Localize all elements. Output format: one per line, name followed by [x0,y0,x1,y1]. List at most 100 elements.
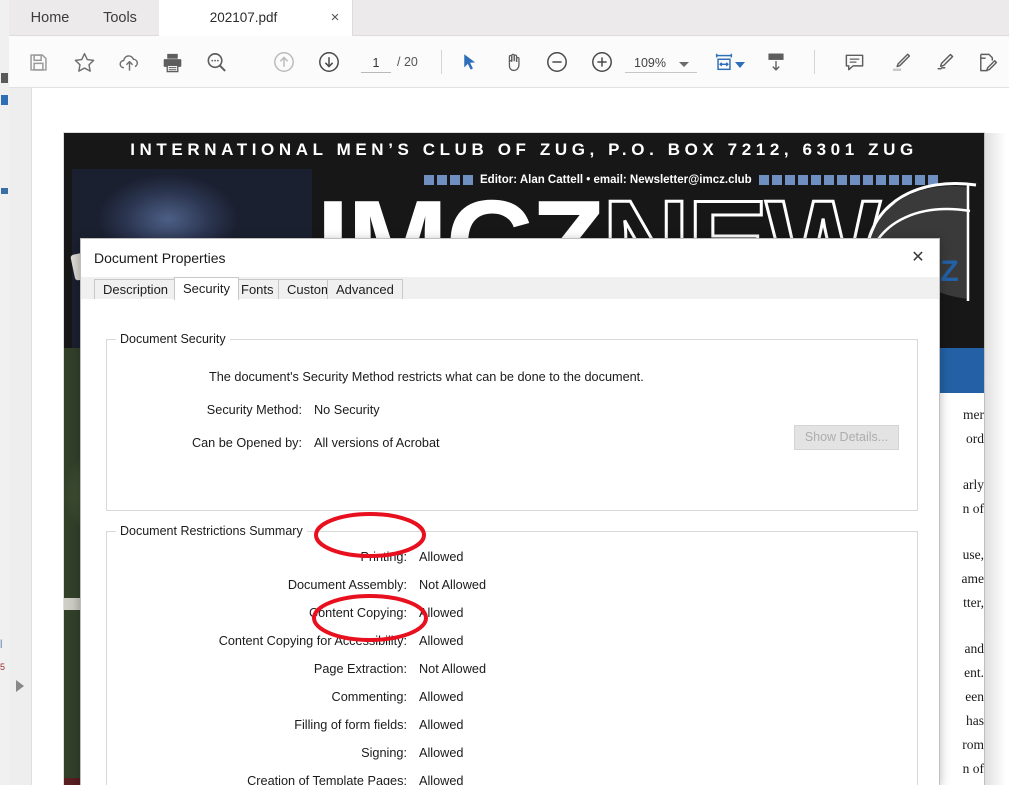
save-icon[interactable] [23,47,53,77]
tab-advanced[interactable]: Advanced [327,279,403,299]
decorative-square [424,174,434,185]
restriction-label: Printing: [360,550,407,564]
decorative-square [849,174,860,185]
toolbar-separator [441,50,442,74]
zoom-level-display[interactable]: 109% [625,54,675,73]
decorative-square [771,174,782,185]
decorative-square [823,174,834,185]
pdf-text-fragment: has [966,713,984,728]
scroll-mode-icon[interactable] [761,47,791,77]
decorative-square [784,174,795,185]
table-row: Signing: Allowed [107,746,917,774]
background-window-blip [1,73,8,83]
restriction-label: Filling of form fields: [294,718,407,732]
decorative-square [836,174,847,185]
restriction-value: Not Allowed [419,662,486,676]
tab-fonts[interactable]: Fonts [232,279,283,299]
restriction-label: Content Copying for Accessibility: [218,634,407,648]
document-security-legend: Document Security [116,332,230,346]
tab-document[interactable]: 202107.pdf × [159,0,353,36]
can-be-opened-by-value: All versions of Acrobat [314,436,440,450]
select-tool-icon[interactable] [454,47,484,77]
restriction-label: Document Assembly: [287,578,407,592]
pdf-text-fragment: mer [963,407,984,422]
dialog-body: Document Security The document's Securit… [81,299,939,785]
main-toolbar: / 20 109% [9,36,1009,88]
restriction-label: Signing: [361,746,407,760]
restriction-label: Page Extraction: [313,662,407,676]
restriction-value: Allowed [419,746,464,760]
pdf-text-fragment: tter, [963,595,984,610]
pdf-editor-line: Editor: Alan Cattell • email: Newsletter… [424,173,938,186]
toolbar-separator [814,50,815,74]
search-icon[interactable] [201,47,231,77]
page-count-label: / 20 [397,55,418,69]
decorative-square [758,174,769,185]
table-row: Page Extraction: Not Allowed [107,662,917,690]
pdf-text-fragment: een [965,689,984,704]
upload-cloud-icon[interactable] [114,47,144,77]
pdf-page-shadow [984,133,1006,785]
pdf-text-fragment: n of [962,761,984,776]
tab-home[interactable]: Home [15,0,85,36]
highlight-icon[interactable] [885,47,915,77]
next-page-icon[interactable] [314,47,344,77]
document-properties-dialog: Document Properties ✕ Description Securi… [80,238,940,785]
restriction-value: Allowed [419,690,464,704]
security-method-value: No Security [314,403,380,417]
tab-strip: Home Tools 202107.pdf × [9,0,1009,36]
decorative-square [463,174,473,185]
table-row: Commenting: Allowed [107,690,917,718]
comment-icon[interactable] [839,47,869,77]
fit-width-dropdown-caret[interactable] [735,62,745,68]
restriction-value: Allowed [419,774,464,785]
tab-description[interactable]: Description [94,279,178,299]
sign-icon[interactable] [972,47,1002,77]
previous-page-icon[interactable] [269,47,299,77]
tab-tools[interactable]: Tools [85,0,155,36]
restriction-label: Creation of Template Pages: [247,774,407,785]
document-security-group: Document Security The document's Securit… [106,332,918,511]
restriction-value: Allowed [419,550,464,564]
tab-close-icon[interactable]: × [326,9,344,27]
table-row: Filling of form fields: Allowed [107,718,917,746]
tab-document-label: 202107.pdf [209,10,278,25]
pdf-text-fragment: use, [962,547,984,562]
pdf-editor-text: Editor: Alan Cattell • email: Newsletter… [480,173,752,186]
restriction-label: Commenting: [331,690,407,704]
security-description: The document's Security Method restricts… [209,370,644,384]
show-details-button[interactable]: Show Details... [794,425,899,450]
pdf-text-fragment: and [964,641,985,656]
hand-tool-icon[interactable] [499,47,529,77]
dialog-title: Document Properties [94,250,226,266]
print-icon[interactable] [157,47,187,77]
background-window-blip [1,95,8,105]
table-row: Printing: Allowed [107,550,917,578]
close-icon[interactable]: ✕ [903,244,933,270]
pdf-header-line: INTERNATIONAL MEN’S CLUB OF ZUG, P.O. BO… [130,140,918,159]
chevron-down-icon[interactable] [679,62,689,67]
background-window-glyph: | [0,638,3,648]
background-window-blip [1,188,8,194]
decorative-square [437,174,447,185]
dialog-tab-bar: Description Security Fonts Custom Advanc… [81,277,939,300]
restriction-value: Allowed [419,718,464,732]
zoom-in-icon[interactable] [587,47,617,77]
pdf-text-fragment: ent. [964,665,984,680]
decorative-square [797,174,808,185]
zoom-out-icon[interactable] [542,47,572,77]
tab-security[interactable]: Security [174,277,239,300]
decorative-square [450,174,460,185]
draw-icon[interactable] [929,47,959,77]
table-row: Document Assembly: Not Allowed [107,578,917,606]
decorative-square [810,174,821,185]
zoom-underline [625,72,697,73]
table-row: Content Copying: Allowed [107,606,917,634]
navigation-pane [9,88,32,785]
page-number-input[interactable] [361,54,391,73]
expand-navigation-pane-icon[interactable] [16,680,24,692]
pdf-text-fragment: ame [961,571,985,586]
star-icon[interactable] [69,47,99,77]
dialog-titlebar[interactable]: Document Properties ✕ [81,239,939,277]
pdf-text-fragment: rom [962,737,984,752]
